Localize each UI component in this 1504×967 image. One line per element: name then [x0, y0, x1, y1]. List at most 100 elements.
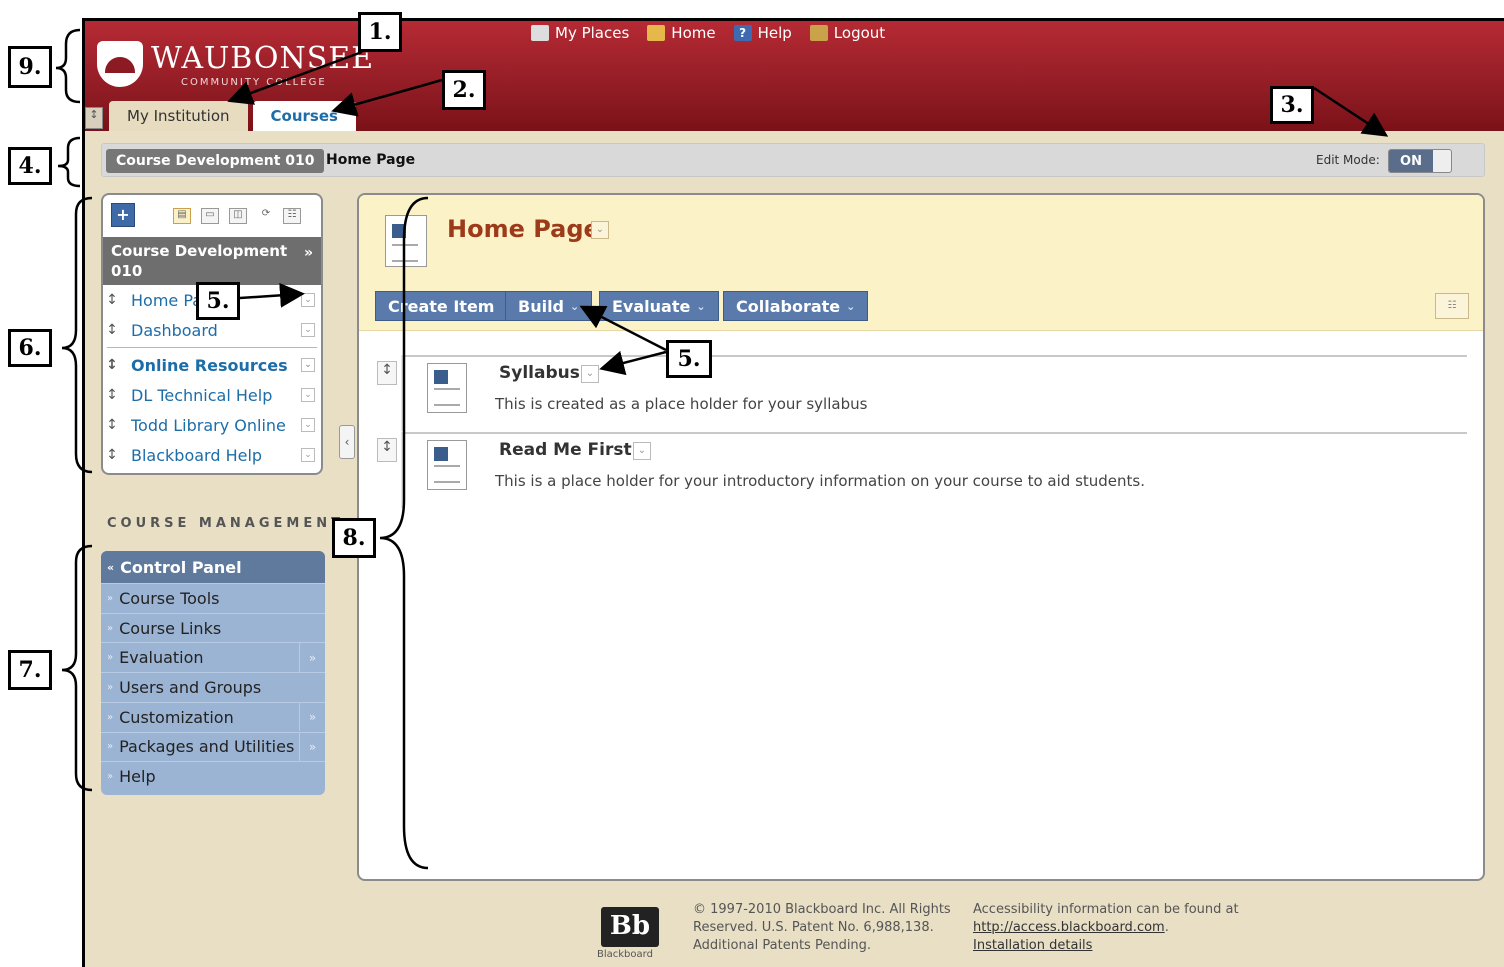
- control-panel: « Control Panel » Course Tools » Course …: [101, 551, 325, 795]
- expand-icon[interactable]: »: [304, 243, 313, 263]
- menu-item-dl-technical-help[interactable]: ↕ DL Technical Help ⌄: [103, 380, 321, 410]
- logo-name: WAUBONSEE: [151, 41, 375, 76]
- annotation-label-8: 8.: [332, 518, 376, 558]
- add-menu-item-button[interactable]: +: [111, 203, 135, 227]
- drag-handle-icon[interactable]: ↕: [377, 361, 397, 385]
- drag-handle-icon[interactable]: ↕: [105, 387, 119, 403]
- content-item-read-me-first: ↕ Read Me First ⌄ This is a place holder…: [371, 432, 1467, 508]
- cp-item-course-links[interactable]: » Course Links: [101, 612, 325, 643]
- drag-handle-icon[interactable]: ↕: [105, 322, 119, 338]
- item-description: This is a place holder for your introduc…: [495, 472, 1145, 490]
- chevron-down-icon[interactable]: ⌄: [301, 448, 315, 462]
- breadcrumb-course[interactable]: Course Development 010: [106, 149, 325, 173]
- cp-item-label: Course Links: [119, 618, 222, 638]
- cp-item-help[interactable]: » Help: [101, 761, 325, 791]
- nav-my-places[interactable]: My Places: [531, 24, 629, 42]
- create-item-button[interactable]: Create Item: [375, 291, 508, 321]
- list-view-icon[interactable]: ▤: [173, 208, 191, 224]
- cp-item-label: Users and Groups: [119, 677, 262, 697]
- chevron-down-icon[interactable]: ⌄: [301, 418, 315, 432]
- annotation-label-2: 2.: [442, 70, 486, 110]
- drag-handle-icon[interactable]: ↕: [105, 292, 119, 308]
- item-title[interactable]: Syllabus: [499, 363, 580, 383]
- brace-4: [57, 136, 81, 188]
- menu-divider: [107, 347, 317, 348]
- tab-my-institution[interactable]: My Institution: [109, 101, 248, 131]
- item-divider: [401, 432, 1467, 434]
- cp-item-course-tools[interactable]: » Course Tools: [101, 583, 325, 613]
- chevron-down-icon[interactable]: ⌄: [301, 388, 315, 402]
- cp-item-users-and-groups[interactable]: » Users and Groups: [101, 672, 325, 702]
- drag-handle-icon[interactable]: ↕: [105, 417, 119, 433]
- chevron-down-icon[interactable]: ⌄: [301, 293, 315, 307]
- content-header: Home Page ⌄ Create Item Build ⌄ Evaluate…: [359, 195, 1483, 331]
- blackboard-name: Blackboard: [597, 949, 653, 960]
- nav-logout[interactable]: Logout: [809, 24, 885, 42]
- accessibility-link[interactable]: http://access.blackboard.com: [973, 920, 1165, 935]
- control-panel-header[interactable]: « Control Panel: [101, 551, 325, 583]
- chevron-down-icon[interactable]: ⌄: [591, 221, 609, 239]
- edit-mode-label: Edit Mode:: [1316, 153, 1380, 167]
- chevron-down-icon[interactable]: ⌄: [301, 358, 315, 372]
- refresh-icon[interactable]: ⟳: [257, 208, 275, 224]
- folder-view-icon[interactable]: ▭: [201, 208, 219, 224]
- more-options-icon[interactable]: »: [299, 702, 325, 732]
- menu-item-todd-library-online[interactable]: ↕ Todd Library Online ⌄: [103, 410, 321, 440]
- tab-courses[interactable]: Courses: [252, 101, 356, 131]
- chevron-down-icon[interactable]: ⌄: [633, 442, 651, 460]
- top-navigation: My Places Home ? Help Logout: [531, 24, 885, 42]
- installation-details-link[interactable]: Installation details: [973, 938, 1092, 953]
- drag-handle-icon[interactable]: ↕: [377, 438, 397, 462]
- drag-handle-icon[interactable]: ↕: [105, 447, 119, 463]
- cp-item-label: Customization: [119, 707, 234, 727]
- annotation-label-9: 9.: [8, 46, 52, 88]
- build-button[interactable]: Build ⌄: [505, 291, 593, 321]
- chevron-down-icon[interactable]: ⌄: [581, 365, 599, 383]
- chevron-down-icon[interactable]: ⌄: [301, 323, 315, 337]
- nav-label: Help: [757, 24, 792, 42]
- nav-label: Home: [671, 24, 716, 42]
- college-logo[interactable]: WAUBONSEE COMMUNITY COLLEGE: [97, 41, 373, 101]
- collaborate-button[interactable]: Collaborate ⌄: [723, 291, 869, 321]
- reorder-icon[interactable]: ☷: [283, 208, 301, 224]
- annotation-label-4: 4.: [8, 147, 52, 185]
- cp-item-label: Help: [119, 767, 156, 787]
- item-divider: [401, 355, 1467, 357]
- breadcrumb: Course Development 010 Home Page Edit Mo…: [101, 143, 1485, 177]
- logo-shield-icon: [97, 41, 143, 87]
- item-title[interactable]: Read Me First: [499, 440, 632, 460]
- course-menu-title[interactable]: Course Development 010 »: [103, 237, 321, 285]
- copyright-text: © 1997-2010 Blackboard Inc. All Rights R…: [693, 902, 951, 953]
- expand-icon: »: [107, 622, 114, 634]
- nav-home[interactable]: Home: [647, 24, 716, 42]
- more-options-icon[interactable]: »: [299, 643, 325, 673]
- collapse-menu-button[interactable]: ‹: [339, 425, 355, 459]
- annotation-label-5-menu: 5.: [196, 282, 240, 320]
- cp-item-packages-and-utilities[interactable]: » Packages and Utilities »: [101, 731, 325, 762]
- blackboard-logo[interactable]: Bb: [601, 907, 659, 947]
- nav-help[interactable]: ? Help: [733, 24, 792, 42]
- annotation-label-1: 1.: [358, 12, 402, 52]
- action-label: Collaborate: [736, 296, 841, 316]
- menu-item-label: Todd Library Online: [131, 415, 286, 435]
- expand-icon: »: [107, 711, 114, 723]
- annotation-label-6: 6.: [8, 329, 52, 367]
- footer: Bb Blackboard © 1997-2010 Blackboard Inc…: [85, 887, 1504, 967]
- evaluate-button[interactable]: Evaluate ⌄: [599, 291, 719, 321]
- cp-item-customization[interactable]: » Customization »: [101, 701, 325, 732]
- reorder-icon[interactable]: ☷: [1435, 293, 1469, 319]
- menu-item-online-resources[interactable]: ↕ Online Resources ⌄: [103, 350, 321, 380]
- collapse-icon: «: [107, 560, 115, 574]
- cp-item-label: Packages and Utilities: [119, 737, 295, 757]
- drag-handle-icon[interactable]: ↕: [105, 357, 119, 373]
- cp-item-evaluation[interactable]: » Evaluation »: [101, 642, 325, 673]
- menu-item-label: Online Resources: [131, 355, 288, 375]
- menu-item-blackboard-help[interactable]: ↕ Blackboard Help ⌄: [103, 440, 321, 470]
- action-label: Evaluate: [612, 296, 691, 316]
- chevron-down-icon: ⌄: [846, 299, 856, 313]
- edit-mode-toggle[interactable]: ON: [1388, 149, 1452, 173]
- new-window-icon[interactable]: ◫: [229, 208, 247, 224]
- menu-item-label: DL Technical Help: [131, 385, 273, 405]
- chevron-down-icon: ⌄: [570, 299, 580, 313]
- more-options-icon[interactable]: »: [299, 732, 325, 762]
